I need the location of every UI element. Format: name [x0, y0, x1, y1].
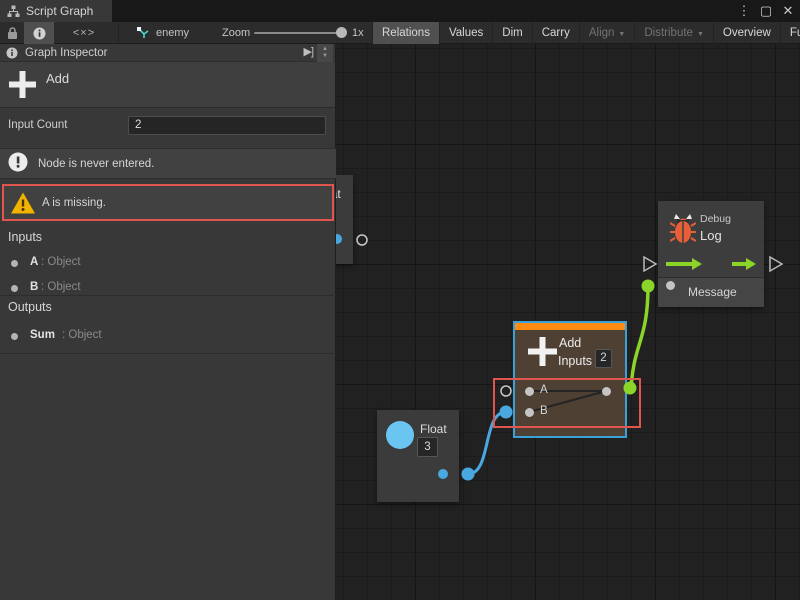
window-controls: ⋮ ▢ ✕	[736, 0, 796, 22]
graph-asset-icon	[136, 26, 150, 40]
script-graph-window: Script Graph ⋮ ▢ ✕ <×> enemy	[0, 0, 800, 600]
kebab-menu-icon[interactable]: ⋮	[736, 3, 752, 19]
align-dropdown[interactable]: Align ▼	[579, 22, 635, 44]
warning-message-box: A is missing.	[2, 184, 334, 221]
unit-header-block: Add	[0, 62, 335, 108]
bug-icon	[670, 212, 696, 246]
code-preview-button[interactable]: <×>	[64, 22, 104, 44]
graph-canvas[interactable]	[336, 44, 800, 600]
port-type: : Object	[41, 281, 81, 293]
divider	[0, 353, 336, 354]
flow-out-arrow-icon[interactable]	[732, 258, 756, 270]
toolbar-separator	[118, 24, 119, 42]
zoom-value: 1x	[352, 27, 364, 39]
message-port-label: Message	[688, 285, 737, 299]
tab-script-graph[interactable]: Script Graph	[0, 0, 112, 22]
dim-button[interactable]: Dim	[492, 22, 531, 44]
inspector-header: Graph Inspector ▶] ▲ ▼	[0, 44, 335, 62]
flow-in-arrow-icon[interactable]	[666, 258, 702, 270]
chevron-down-icon: ▼	[697, 31, 704, 38]
input-count-label: Input Count	[8, 119, 67, 131]
input-count-badge: 2	[595, 349, 612, 368]
toolbar-buttons: Relations Values Dim Carry Align ▼ Distr…	[372, 22, 800, 44]
float-value-field[interactable]: 3	[417, 437, 438, 457]
script-graph-icon	[7, 5, 20, 18]
node-debug-log[interactable]: Debug Log Message	[658, 201, 764, 307]
zoom-slider-track[interactable]	[254, 32, 342, 34]
graph-name: enemy	[156, 27, 189, 39]
inspector-port-row-sum: Sum : Object	[0, 329, 336, 345]
graph-breadcrumb[interactable]: enemy	[136, 22, 189, 44]
port-dot	[11, 285, 18, 292]
add-icon	[9, 71, 36, 98]
inspector-title: Graph Inspector	[25, 47, 107, 59]
close-icon[interactable]: ✕	[780, 3, 796, 19]
input-count-field[interactable]: 2	[128, 116, 326, 135]
float-output-port[interactable]	[438, 469, 448, 479]
message-input-port[interactable]	[666, 281, 675, 290]
node-title: Log	[700, 228, 722, 243]
info-icon	[6, 47, 18, 59]
info-message-box: Node is never entered.	[0, 148, 336, 179]
port-dot	[11, 260, 18, 267]
node-title: Float	[420, 422, 447, 436]
chevron-down-icon: ▼	[618, 31, 625, 38]
full-screen-button[interactable]: Full Screen	[780, 22, 800, 44]
inspector-port-row-a: A : Object	[0, 256, 336, 272]
info-icon	[33, 27, 46, 40]
port-type: : Object	[41, 256, 81, 268]
spin-up-icon[interactable]: ▲	[322, 46, 328, 53]
maximize-icon[interactable]: ▢	[758, 3, 774, 19]
lock-icon[interactable]	[6, 26, 19, 41]
float-value-icon	[386, 421, 414, 449]
node-category: Debug	[700, 213, 731, 225]
outputs-header: Outputs	[8, 300, 52, 314]
info-message-text: Node is never entered.	[38, 158, 154, 170]
values-button[interactable]: Values	[439, 22, 492, 44]
divider	[0, 295, 336, 296]
zoom-slider-handle[interactable]	[336, 27, 347, 38]
port-name: B	[30, 281, 38, 293]
node-subtitle: Inputs	[558, 354, 592, 368]
add-icon	[528, 337, 557, 366]
relations-button[interactable]: Relations	[372, 22, 439, 44]
never-entered-icon	[7, 152, 31, 176]
spin-down-icon[interactable]: ▼	[322, 53, 328, 60]
tab-title: Script Graph	[26, 4, 93, 18]
scroll-spinner[interactable]: ▲ ▼	[317, 44, 333, 62]
graph-toolbar: <×> enemy Zoom 1x Relations Values Dim C…	[0, 22, 800, 44]
carry-button[interactable]: Carry	[532, 22, 579, 44]
inputs-header: Inputs	[8, 230, 42, 244]
warning-message-text: A is missing.	[42, 197, 106, 209]
dock-icon[interactable]: ▶]	[303, 45, 313, 58]
unit-title: Add	[46, 71, 69, 86]
warning-icon	[11, 192, 35, 213]
inspector-toggle-button[interactable]	[24, 22, 54, 44]
node-title: Add	[559, 336, 581, 350]
overview-button[interactable]: Overview	[713, 22, 780, 44]
distribute-dropdown[interactable]: Distribute ▼	[634, 22, 713, 44]
error-highlight-rect	[493, 378, 641, 428]
port-type: : Object	[62, 329, 102, 341]
title-bar: Script Graph ⋮ ▢ ✕	[0, 0, 800, 22]
port-dot	[11, 333, 18, 340]
node-float[interactable]: Float 3	[377, 410, 459, 502]
zoom-label: Zoom	[222, 27, 250, 39]
port-name: Sum	[30, 329, 55, 341]
port-name: A	[30, 256, 38, 268]
graph-inspector-panel: Graph Inspector ▶] ▲ ▼ Add Input Count 2	[0, 44, 336, 600]
